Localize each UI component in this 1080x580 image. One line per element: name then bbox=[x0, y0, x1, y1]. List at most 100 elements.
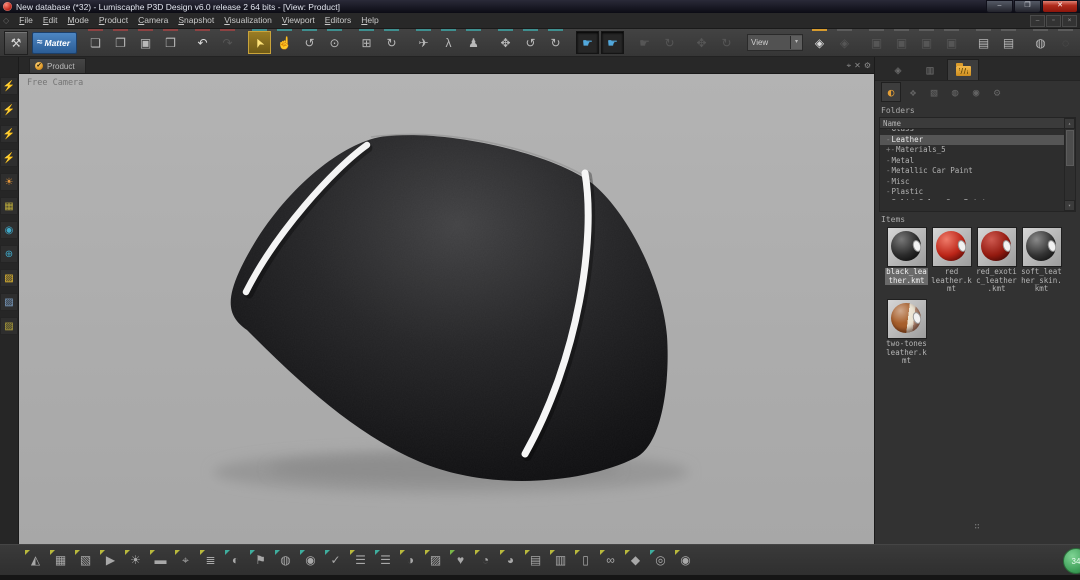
material-item[interactable]: red leather.kmt bbox=[930, 227, 973, 294]
camera-preset-2-button[interactable]: ▣ bbox=[890, 31, 913, 54]
materials-library-button[interactable]: ◐ bbox=[224, 549, 247, 572]
camera-effects-button[interactable]: ▤ bbox=[972, 31, 995, 54]
translate-object-button[interactable]: ✥ bbox=[494, 31, 517, 54]
render-pause-button[interactable]: ⚡ bbox=[0, 125, 18, 143]
mdi-close-button[interactable]: × bbox=[1062, 15, 1077, 27]
menu-item[interactable]: Edit bbox=[38, 13, 63, 28]
close-button[interactable]: ✕ bbox=[1042, 0, 1078, 13]
material-item[interactable]: two-tones leather.kmt bbox=[885, 299, 928, 366]
grab-material-settings-button[interactable]: ☛ bbox=[601, 31, 624, 54]
leather-seat-3d-object[interactable] bbox=[19, 74, 874, 544]
zoom-tool-button[interactable]: ⊙ bbox=[323, 31, 346, 54]
render-fx-button[interactable]: ⚡ bbox=[0, 149, 18, 167]
presentation-button[interactable]: ▦ bbox=[0, 197, 18, 215]
view-selector-dropdown[interactable]: View ▾ bbox=[747, 34, 803, 51]
walk-mode-button[interactable]: λ bbox=[437, 31, 460, 54]
pan-tool-button[interactable]: ☝ bbox=[273, 31, 296, 54]
environments-library-button[interactable]: ◍ bbox=[274, 549, 297, 572]
viewport-canvas[interactable]: Free Camera bbox=[19, 73, 874, 544]
favorites-button[interactable]: ♥ bbox=[449, 549, 472, 572]
bookmark-add-button[interactable]: ◈ bbox=[833, 31, 856, 54]
select-tool-button[interactable]: ➤ bbox=[248, 31, 271, 54]
name-column-header[interactable]: Name bbox=[880, 118, 1064, 129]
menu-item[interactable]: Visualization bbox=[219, 13, 277, 28]
save-as-button[interactable]: ❒ bbox=[159, 31, 182, 54]
target-button[interactable]: ⊕ bbox=[0, 245, 18, 263]
bookmark-view-button[interactable]: ◈ bbox=[808, 31, 831, 54]
positions-library-button[interactable]: ⚑ bbox=[249, 549, 272, 572]
tree-row[interactable]: Plastic bbox=[880, 187, 1064, 198]
move-disabled-button[interactable]: ✥ bbox=[690, 31, 713, 54]
tree-scrollbar[interactable] bbox=[1064, 129, 1075, 200]
products-list-button[interactable]: ☰ bbox=[374, 549, 397, 572]
adjustments-button[interactable]: ≣ bbox=[199, 549, 222, 572]
textures-category-button[interactable]: ❖ bbox=[904, 83, 922, 101]
avatar-mode-button[interactable]: ♟ bbox=[462, 31, 485, 54]
snapshot-image-button[interactable]: ▨ bbox=[0, 269, 18, 287]
texture-editor-button[interactable]: ▨ bbox=[424, 549, 447, 572]
environment-sphere-button[interactable]: ◍ bbox=[1029, 31, 1052, 54]
render-still-button[interactable]: ◭ bbox=[24, 549, 47, 572]
tab-database[interactable] bbox=[947, 59, 979, 80]
environments-category-button[interactable]: ◍ bbox=[946, 83, 964, 101]
tab-product[interactable]: ✔ Product bbox=[29, 58, 86, 73]
camera-pan-button[interactable]: ⊞ bbox=[355, 31, 378, 54]
render-settings-button[interactable]: ▧ bbox=[74, 549, 97, 572]
tree-row[interactable]: Misc bbox=[880, 177, 1064, 188]
tab-library[interactable]: ▥ bbox=[915, 60, 945, 80]
notification-badge[interactable]: 34 bbox=[1063, 548, 1080, 574]
stereo-glasses-button[interactable]: ∞ bbox=[599, 549, 622, 572]
materials-category-button[interactable]: ◐ bbox=[881, 82, 901, 102]
material-item[interactable]: soft_leather_skin.kmt bbox=[1020, 227, 1063, 294]
validation-library-button[interactable]: ✓ bbox=[324, 549, 347, 572]
new-database-button[interactable]: ❏ bbox=[84, 31, 107, 54]
lighting-button[interactable]: ☀ bbox=[0, 173, 18, 191]
apply-rotate-button[interactable]: ↻ bbox=[658, 31, 681, 54]
tree-row[interactable]: Materials_5 bbox=[880, 145, 1064, 156]
apply-material-button[interactable]: ☛ bbox=[633, 31, 656, 54]
view-settings-icon[interactable]: ⚙ bbox=[864, 61, 871, 71]
wrench-tools-button[interactable]: ⚒ bbox=[4, 31, 28, 55]
panel-wizard-button[interactable]: ▯ bbox=[574, 549, 597, 572]
filmstrip-button[interactable]: ▤ bbox=[524, 549, 547, 572]
surface-picker-button[interactable]: ◔ bbox=[474, 549, 497, 572]
timeline-button[interactable]: ▥ bbox=[549, 549, 572, 572]
views-library-button[interactable]: ◉ bbox=[299, 549, 322, 572]
material-fx-button[interactable]: ◕ bbox=[499, 549, 522, 572]
environment-sphere-off-button[interactable]: ◌ bbox=[1054, 31, 1077, 54]
render-mode-button[interactable]: ⚡ bbox=[0, 101, 18, 119]
animation-editor-button[interactable]: ▬ bbox=[149, 549, 172, 572]
tree-row[interactable]: Leather bbox=[880, 135, 1064, 146]
menu-item[interactable]: Camera bbox=[133, 13, 173, 28]
controller-button[interactable]: ⌖ bbox=[174, 549, 197, 572]
scroll-up-button[interactable]: ▴ bbox=[1064, 118, 1075, 129]
menu-item[interactable]: Editors bbox=[320, 13, 356, 28]
menu-item[interactable]: Product bbox=[94, 13, 133, 28]
video-capture-button[interactable]: ▶ bbox=[99, 549, 122, 572]
snapshot-export-button[interactable]: ▨ bbox=[0, 317, 18, 335]
undo-button[interactable]: ↶ bbox=[191, 31, 214, 54]
rotate-object-button[interactable]: ↺ bbox=[519, 31, 542, 54]
camera-preset-3-button[interactable]: ▣ bbox=[915, 31, 938, 54]
images-category-button[interactable]: ▧ bbox=[925, 83, 943, 101]
lighting-editor-button[interactable]: ☀ bbox=[124, 549, 147, 572]
realtime-render-button[interactable]: ⚡ bbox=[0, 77, 18, 95]
sphere-ring-button[interactable]: ◎ bbox=[649, 549, 672, 572]
camera-fx-button[interactable]: ▤ bbox=[997, 31, 1020, 54]
render-batch-button[interactable]: ▦ bbox=[49, 549, 72, 572]
matter-mode-button[interactable]: ≈ Matter bbox=[32, 32, 77, 54]
camera-preset-1-button[interactable]: ▣ bbox=[865, 31, 888, 54]
material-item[interactable]: red_exotic_leather.kmt bbox=[975, 227, 1018, 294]
save-button[interactable]: ▣ bbox=[134, 31, 157, 54]
camera-preset-4-button[interactable]: ▣ bbox=[940, 31, 963, 54]
maximize-button[interactable]: ❐ bbox=[1014, 0, 1041, 13]
mdi-restore-button[interactable]: ▫ bbox=[1046, 15, 1061, 27]
grab-material-button[interactable]: ☛ bbox=[576, 31, 599, 54]
scroll-down-button[interactable]: ▾ bbox=[1064, 200, 1075, 211]
menu-item[interactable]: File bbox=[14, 13, 38, 28]
minimize-button[interactable]: – bbox=[986, 0, 1013, 13]
eye-focus-button[interactable]: ◉ bbox=[0, 221, 18, 239]
eye-target-button[interactable]: ◉ bbox=[674, 549, 697, 572]
menu-item[interactable]: Snapshot bbox=[173, 13, 219, 28]
pin-view-icon[interactable]: ⌖ bbox=[847, 61, 852, 71]
